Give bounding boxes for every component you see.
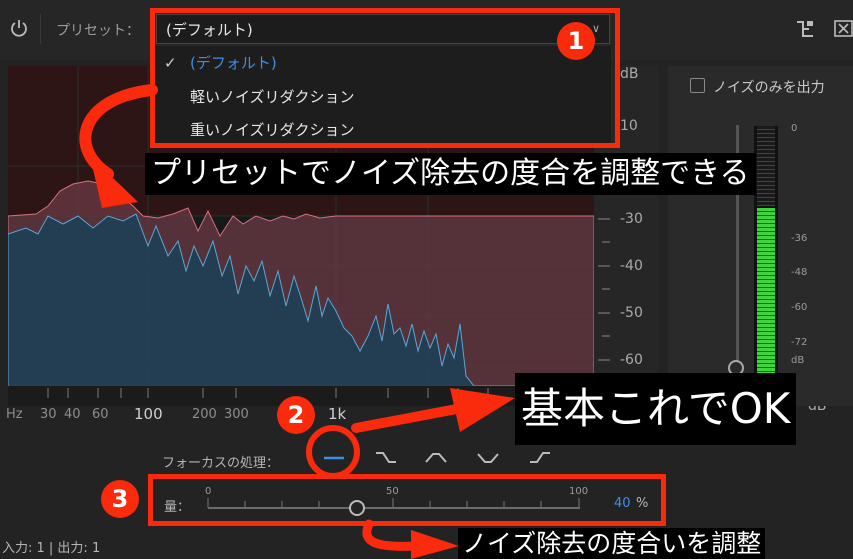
annotation-caption-1: プリセットでノイズ除去の度合を調整できる	[145, 153, 756, 195]
focus-low-button[interactable]	[370, 444, 402, 472]
db-label: -30	[620, 211, 643, 227]
focus-high-button[interactable]	[524, 444, 556, 472]
db-label: -60	[620, 352, 643, 368]
io-channels-label: 入力: 1 | 出力: 1	[2, 541, 101, 556]
preset-label: プリセット：	[56, 23, 140, 39]
meter-label: -72	[791, 337, 808, 348]
meter-label: -36	[791, 233, 808, 244]
x-axis-label: Hz	[6, 407, 23, 422]
db-label: dB	[620, 66, 639, 82]
focus-label: フォーカスの処理：	[162, 456, 280, 471]
x-axis-label: 30	[40, 407, 57, 422]
x-axis-label: 60	[92, 407, 109, 422]
meter-label: -60	[791, 302, 808, 313]
meter-label: -48	[791, 267, 808, 278]
focus-notch-button[interactable]	[472, 444, 504, 472]
annotation-arrow-3	[362, 519, 459, 559]
annotation-caption-2: 基本これでOK	[515, 373, 797, 445]
annotation-badge-1: 1	[557, 22, 595, 60]
noise-only-label: ノイズのみを出力	[713, 80, 825, 96]
x-axis-label: 300	[224, 407, 249, 422]
meter-level-bar	[757, 208, 775, 376]
annotation-badge-2: 2	[277, 396, 315, 434]
annotation-caption-3: ノイズ除去の度合いを調整	[458, 528, 766, 559]
x-axis-label: 1k	[328, 405, 347, 423]
db-label: -50	[620, 305, 643, 321]
focus-mid-button[interactable]	[420, 444, 452, 472]
db-label: -40	[620, 258, 643, 274]
x-axis-label: 40	[64, 407, 81, 422]
annotation-arrow-2	[351, 388, 515, 433]
db-label: 10	[620, 118, 638, 134]
toolbar-divider	[40, 14, 41, 44]
x-axis-label: 100	[134, 405, 163, 423]
power-icon[interactable]	[10, 19, 28, 37]
noise-only-checkbox[interactable]	[690, 78, 705, 93]
annotation-badge-3: 3	[101, 480, 139, 518]
close-icon[interactable]	[834, 20, 853, 37]
level-meter	[754, 126, 778, 376]
x-axis-label: 200	[192, 407, 217, 422]
meter-label: 0	[791, 123, 798, 134]
annotation-box-preset	[150, 8, 620, 148]
routing-icon[interactable]	[795, 20, 815, 38]
meter-label: dB	[791, 355, 805, 366]
